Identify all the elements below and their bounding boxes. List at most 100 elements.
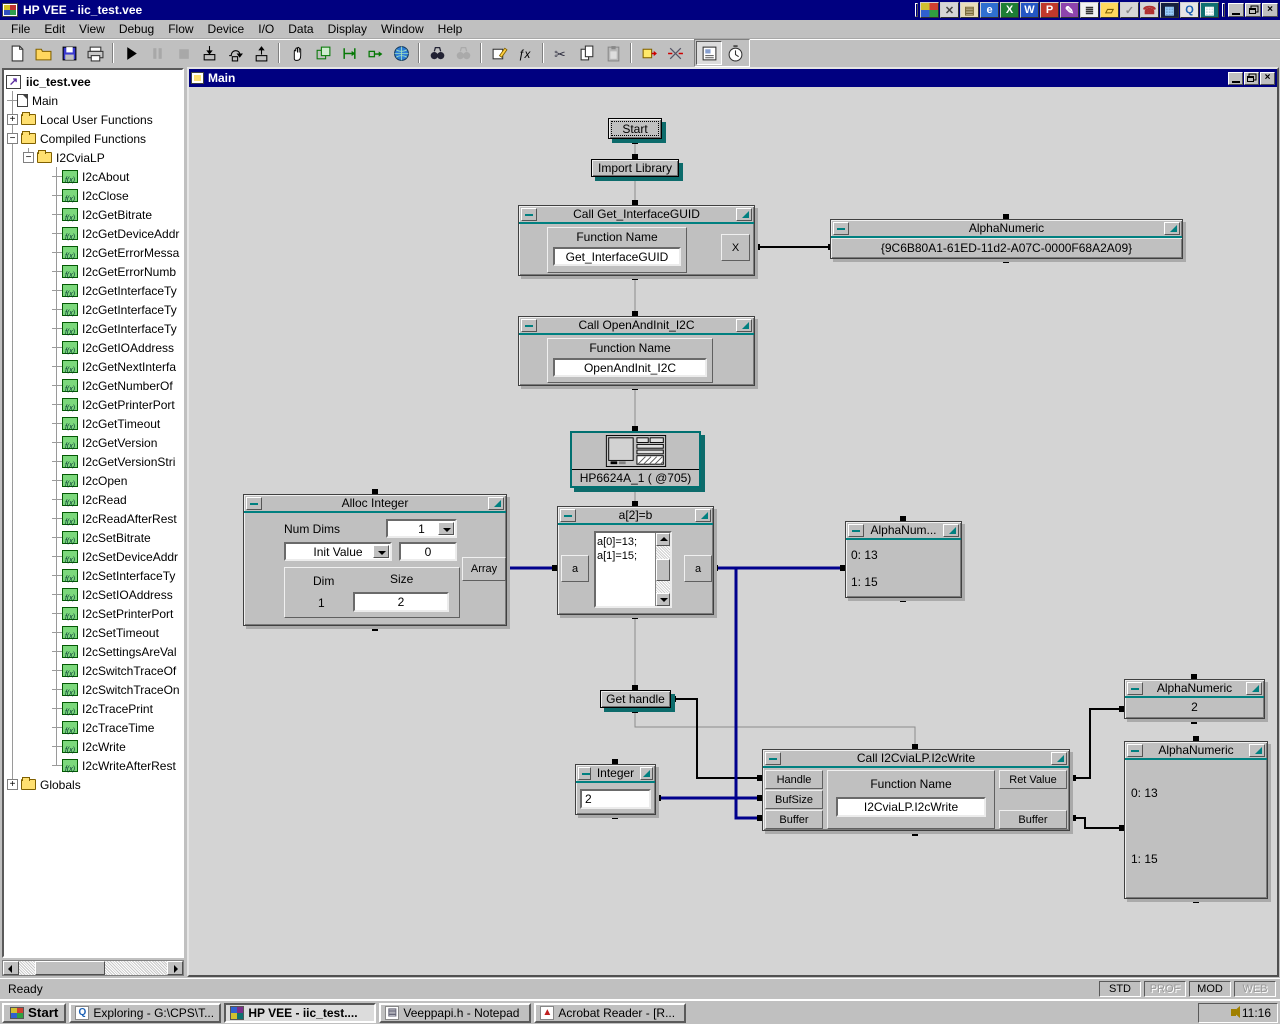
block-titlebar[interactable]: AlphaNumeric [831, 220, 1182, 238]
main-minimize-button[interactable] [1228, 72, 1243, 85]
import-library-block[interactable]: Import Library [591, 159, 679, 177]
internet-explorer-icon[interactable]: e [980, 2, 999, 18]
minimize-block-icon[interactable] [246, 497, 262, 510]
resize-block-icon[interactable] [695, 509, 711, 522]
tree-item[interactable]: I2cGetInterfaceTy [4, 281, 182, 300]
tree-item[interactable]: Globals [4, 775, 182, 794]
speaker-icon[interactable] [1231, 1009, 1236, 1016]
menu-item[interactable]: View [72, 20, 112, 38]
scrollbar-thumb[interactable] [656, 559, 670, 581]
tree-item[interactable]: I2cSetPrinterPort [4, 604, 182, 623]
panel-view-icon[interactable] [696, 41, 722, 65]
integer-constant-block[interactable]: Integer 2 [575, 764, 656, 815]
close-window-icon[interactable]: ✕ [940, 2, 959, 18]
main-restore-button[interactable] [1244, 72, 1259, 85]
input-terminal-handle[interactable]: Handle [765, 770, 823, 789]
dropdown-arrow-icon[interactable] [373, 545, 389, 558]
taskbar-task-button[interactable]: Acrobat Reader - [R... [534, 1003, 686, 1023]
tree-item[interactable]: I2cTraceTime [4, 718, 182, 737]
tree-item[interactable]: I2cSetBitrate [4, 528, 182, 547]
output-terminal-x[interactable]: X [721, 234, 750, 261]
resize-block-icon[interactable] [1246, 682, 1262, 695]
mode-indicator[interactable]: PROF [1144, 981, 1186, 997]
save-icon[interactable] [56, 41, 82, 65]
menu-item[interactable]: Edit [37, 20, 72, 38]
call-i2cwrite-block[interactable]: Call I2CviaLP.I2cWrite Handle BufSize Bu… [762, 749, 1070, 831]
disconnect-icon[interactable] [662, 41, 688, 65]
tree-item[interactable]: I2cOpen [4, 471, 182, 490]
menu-item[interactable]: Window [374, 20, 431, 38]
block-titlebar[interactable]: Call Get_InterfaceGUID [519, 206, 754, 224]
formula-code-area[interactable]: a[0]=13; a[1]=15; [594, 531, 672, 608]
menu-item[interactable]: File [4, 20, 37, 38]
word-icon[interactable]: W [1020, 2, 1039, 18]
minimize-block-icon[interactable] [765, 752, 781, 765]
taskbar-task-button[interactable]: Veeppapi.h - Notepad [379, 1003, 531, 1023]
tree-item[interactable]: I2cWriteAfterRest [4, 756, 182, 775]
output-terminal-buffer[interactable]: Buffer [999, 810, 1067, 829]
tree-root-item[interactable]: ↗ iic_test.vee [4, 72, 182, 91]
resize-block-icon[interactable] [640, 767, 653, 780]
connect-object-icon[interactable] [362, 41, 388, 65]
web-globe-icon[interactable] [388, 41, 414, 65]
tree-item[interactable]: I2cClose [4, 186, 182, 205]
output-terminal-array[interactable]: Array [462, 557, 506, 581]
powerpoint-icon[interactable]: P [1040, 2, 1059, 18]
menu-item[interactable]: Display [321, 20, 374, 38]
duplicate-icon[interactable] [310, 41, 336, 65]
tree-item[interactable]: I2cGetInterfaceTy [4, 319, 182, 338]
function-icon[interactable]: ƒx [512, 41, 538, 65]
scroll-right-button[interactable] [167, 961, 183, 975]
menu-item[interactable]: Data [281, 20, 320, 38]
taskbar-task-button[interactable]: HP VEE - iic_test.... [224, 1003, 376, 1023]
tree-item[interactable]: I2cSwitchTraceOn [4, 680, 182, 699]
paste-icon[interactable] [600, 41, 626, 65]
mode-indicator[interactable]: WEB [1234, 981, 1276, 997]
start-button[interactable]: Start [2, 1003, 66, 1023]
properties-icon[interactable] [486, 41, 512, 65]
magnifier-icon[interactable]: Q [1180, 2, 1199, 18]
minimize-block-icon[interactable] [560, 509, 576, 522]
tree-item[interactable]: I2cReadAfterRest [4, 509, 182, 528]
tree-item[interactable]: I2cGetNextInterfa [4, 357, 182, 376]
add-object-icon[interactable] [636, 41, 662, 65]
minimize-button[interactable] [1228, 3, 1244, 17]
open-icon[interactable] [30, 41, 56, 65]
tree-item[interactable]: I2cGetErrorNumb [4, 262, 182, 281]
mode-indicator[interactable]: STD [1099, 981, 1141, 997]
phone-icon[interactable]: ☎ [1140, 2, 1159, 18]
tree-item[interactable]: I2cGetIOAddress [4, 338, 182, 357]
tree-item[interactable]: I2cGetVersionStri [4, 452, 182, 471]
tree-item[interactable]: I2cSetDeviceAddr [4, 547, 182, 566]
scroll-left-button[interactable] [3, 961, 19, 975]
start-block[interactable]: Start [608, 118, 662, 139]
resize-block-icon[interactable] [943, 524, 959, 537]
formula-block[interactable]: a[2]=b a a a[0]=13; a[1]=15; [557, 506, 714, 615]
instrument-block-hp6624a[interactable]: HP6624A_1 ( @705) [570, 431, 701, 488]
function-name-field[interactable]: Get_InterfaceGUID [553, 247, 681, 266]
block-titlebar[interactable]: Call OpenAndInit_I2C [519, 317, 754, 335]
function-name-field[interactable]: I2CviaLP.I2cWrite [836, 797, 986, 817]
block-titlebar[interactable]: AlphaNum... [846, 522, 961, 540]
tree-item[interactable]: Compiled Functions [4, 129, 182, 148]
tree-item[interactable]: Main [4, 91, 182, 110]
minimize-block-icon[interactable] [521, 319, 537, 332]
step-over-icon[interactable] [222, 41, 248, 65]
restore-button[interactable] [1245, 3, 1261, 17]
excel-icon[interactable]: X [1000, 2, 1019, 18]
screen-icon[interactable]: ▦ [1160, 2, 1179, 18]
tree-item[interactable]: I2cGetInterfaceTy [4, 300, 182, 319]
block-titlebar[interactable]: AlphaNumeric [1125, 680, 1264, 698]
tree-item[interactable]: I2cGetDeviceAddr [4, 224, 182, 243]
checkmark-icon[interactable]: ✓ [1120, 2, 1139, 18]
tree-item[interactable]: I2cGetVersion [4, 433, 182, 452]
menu-item[interactable]: Debug [112, 20, 161, 38]
alphanumeric-retvalue-display[interactable]: AlphaNumeric 2 [1124, 679, 1265, 719]
paintbrush-icon[interactable]: ✎ [1060, 2, 1079, 18]
flow-canvas[interactable]: Start Import Library Call Get_InterfaceG… [189, 87, 1277, 975]
call-get-interfaceguid-block[interactable]: Call Get_InterfaceGUID Function Name Get… [518, 205, 755, 276]
menu-item[interactable]: Help [431, 20, 470, 38]
size-object-icon[interactable] [336, 41, 362, 65]
menu-item[interactable]: Flow [161, 20, 200, 38]
close-button[interactable]: × [1262, 3, 1278, 17]
